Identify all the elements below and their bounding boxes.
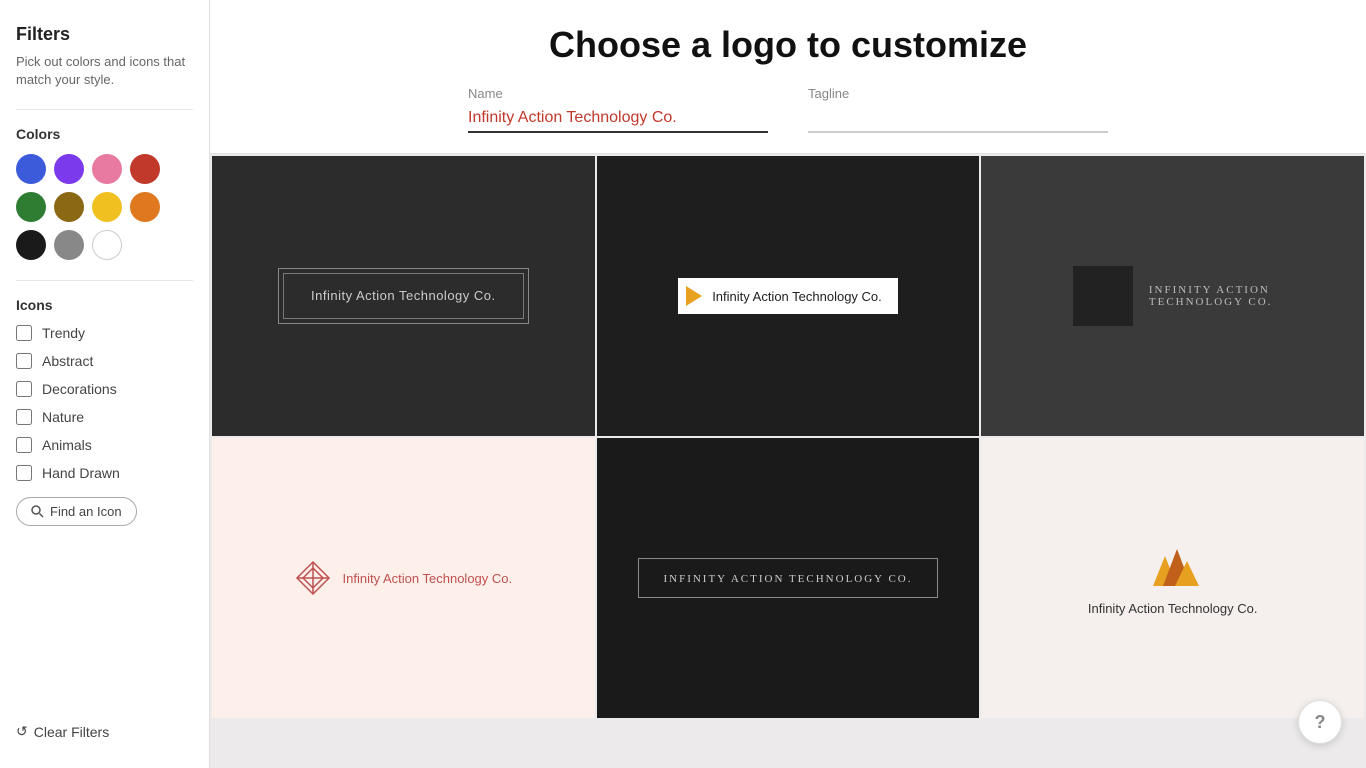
filter-abstract[interactable]: Abstract (16, 353, 193, 369)
colors-label: Colors (16, 126, 193, 142)
filter-trendy-label: Trendy (42, 325, 85, 341)
refresh-icon: ↺ (16, 723, 28, 740)
help-icon: ? (1315, 712, 1326, 733)
color-brown[interactable] (54, 192, 84, 222)
checkbox-nature[interactable] (16, 409, 32, 425)
name-label: Name (468, 86, 768, 101)
filters-subtitle: Pick out colors and icons that match you… (16, 53, 193, 89)
play-icon (686, 286, 702, 306)
divider-2 (16, 280, 193, 281)
card-4-text: Infinity Action Technology Co. (343, 571, 513, 586)
filter-trendy[interactable]: Trendy (16, 325, 193, 341)
icons-label: Icons (16, 297, 193, 313)
logo-card-1[interactable]: Infinity Action Technology Co. (212, 156, 595, 436)
checkbox-trendy[interactable] (16, 325, 32, 341)
logo-grid: Infinity Action Technology Co. Infinity … (210, 154, 1366, 720)
main-content: Choose a logo to customize Name Tagline … (210, 0, 1366, 768)
filter-animals[interactable]: Animals (16, 437, 193, 453)
checkbox-abstract[interactable] (16, 353, 32, 369)
logo-card-4[interactable]: Infinity Action Technology Co. (212, 438, 595, 718)
sidebar: Filters Pick out colors and icons that m… (0, 0, 210, 768)
color-red[interactable] (130, 154, 160, 184)
name-field-group: Name (468, 86, 768, 133)
tagline-label: Tagline (808, 86, 1108, 101)
filter-decorations-label: Decorations (42, 381, 117, 397)
filter-hand-drawn[interactable]: Hand Drawn (16, 465, 193, 481)
clear-filters-label: Clear Filters (34, 724, 109, 740)
divider (16, 109, 193, 110)
color-blue[interactable] (16, 154, 46, 184)
filter-abstract-label: Abstract (42, 353, 93, 369)
card-3-inner: Infinity ActionTechnology Co. (1073, 266, 1273, 326)
color-gray[interactable] (54, 230, 84, 260)
page-title: Choose a logo to customize (250, 24, 1326, 66)
color-grid (16, 154, 193, 260)
card-6-inner: Infinity Action Technology Co. (1088, 541, 1258, 616)
card-1-text: Infinity Action Technology Co. (311, 288, 496, 303)
checkbox-hand-drawn[interactable] (16, 465, 32, 481)
color-white[interactable] (92, 230, 122, 260)
filter-hand-drawn-label: Hand Drawn (42, 465, 120, 481)
name-input[interactable] (468, 105, 768, 133)
filter-nature-label: Nature (42, 409, 84, 425)
logo-grid-container: Infinity Action Technology Co. Infinity … (210, 154, 1366, 768)
card-1-inner: Infinity Action Technology Co. (278, 268, 529, 324)
checkbox-animals[interactable] (16, 437, 32, 453)
filter-nature[interactable]: Nature (16, 409, 193, 425)
filter-animals-label: Animals (42, 437, 92, 453)
color-green[interactable] (16, 192, 46, 222)
filters-title: Filters (16, 24, 193, 45)
clear-filters-button[interactable]: ↺ Clear Filters (16, 719, 193, 744)
color-purple[interactable] (54, 154, 84, 184)
find-icon-label: Find an Icon (50, 504, 122, 519)
logo-card-5[interactable]: Infinity Action Technology Co. (597, 438, 980, 718)
tagline-input[interactable] (808, 105, 1108, 133)
card-5-text: Infinity Action Technology Co. (663, 573, 912, 585)
card-3-text: Infinity ActionTechnology Co. (1149, 284, 1273, 308)
card-3-box (1073, 266, 1133, 326)
card-6-text: Infinity Action Technology Co. (1088, 601, 1258, 616)
color-orange[interactable] (130, 192, 160, 222)
logo-card-6[interactable]: Infinity Action Technology Co. (981, 438, 1364, 718)
card-4-inner: Infinity Action Technology Co. (295, 560, 513, 596)
card-2-text: Infinity Action Technology Co. (712, 289, 882, 304)
search-icon (31, 505, 44, 518)
tagline-field-group: Tagline (808, 86, 1108, 133)
main-header: Choose a logo to customize Name Tagline (210, 0, 1366, 154)
color-black[interactable] (16, 230, 46, 260)
diamond-icon (295, 560, 331, 596)
filter-decorations[interactable]: Decorations (16, 381, 193, 397)
checkbox-decorations[interactable] (16, 381, 32, 397)
logo-card-3[interactable]: Infinity ActionTechnology Co. (981, 156, 1364, 436)
card-5-inner: Infinity Action Technology Co. (638, 558, 937, 598)
color-yellow[interactable] (92, 192, 122, 222)
flame-icon (1143, 541, 1203, 591)
fields-row: Name Tagline (250, 86, 1326, 133)
card-2-inner: Infinity Action Technology Co. (678, 278, 898, 314)
find-icon-button[interactable]: Find an Icon (16, 497, 137, 526)
help-button[interactable]: ? (1298, 700, 1342, 744)
logo-card-2[interactable]: Infinity Action Technology Co. (597, 156, 980, 436)
color-pink[interactable] (92, 154, 122, 184)
